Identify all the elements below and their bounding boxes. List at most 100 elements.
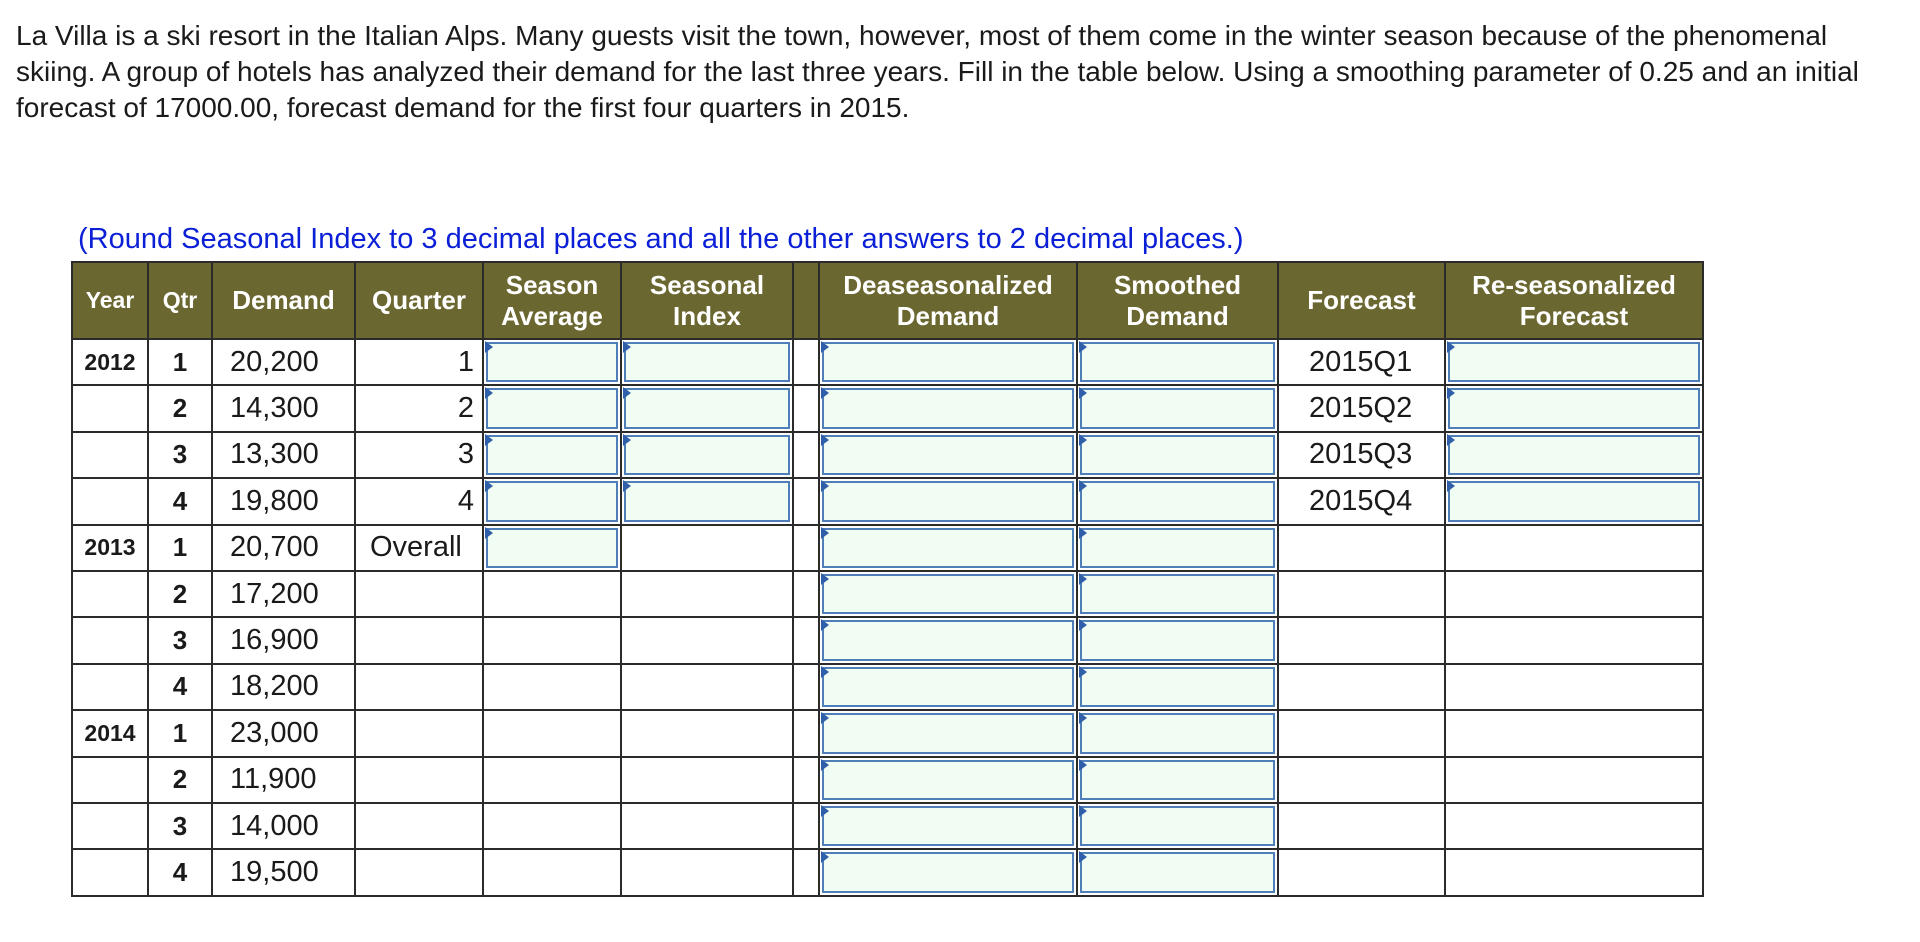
deseasonalized-demand-r12-cell [818,848,1078,897]
header-deseasonalized-line1: Deaseasonalized [843,269,1053,300]
quarter-label-cell: 3 [354,430,484,480]
spacer-cell [792,430,820,480]
deseasonalized-demand-r5-input[interactable] [822,527,1074,568]
table-row: 3 16,900 [71,616,1704,665]
seasonal-index-q4-input[interactable] [624,481,790,522]
deseasonalized-demand-r10-input[interactable] [822,759,1074,800]
smoothed-demand-r2-input[interactable] [1080,388,1275,429]
deseasonalized-demand-r2-input[interactable] [822,388,1074,429]
qtr-cell: 4 [147,848,213,897]
table-row: 4 19,500 [71,848,1704,897]
forecast-period-cell: 2015Q4 [1277,477,1446,526]
quarter-label-cell: 1 [354,337,484,387]
smoothed-demand-r1-input[interactable] [1080,342,1275,383]
reseasonalized-forecast-empty [1444,848,1704,897]
deseasonalized-demand-r12-input[interactable] [822,852,1074,893]
reseasonalized-forecast-q4-input[interactable] [1448,481,1700,522]
year-cell: 2014 [71,709,149,758]
quarter-label-cell [354,616,484,665]
demand-cell: 14,000 [211,801,356,851]
header-deseasonalized-demand: Deaseasonalized Demand [818,261,1078,340]
table-row: 2014 1 23,000 [71,709,1704,758]
quarter-label-cell: 2 [354,384,484,433]
smoothed-demand-r8-input[interactable] [1080,666,1275,708]
seasonal-index-q2-cell [620,384,794,433]
header-smoothed-demand: Smoothed Demand [1076,261,1279,340]
qtr-cell: 4 [147,662,213,712]
smoothed-demand-r7-input[interactable] [1080,620,1275,661]
table-row: 2012 1 20,200 1 2015Q1 [71,337,1704,387]
spacer-cell [792,477,820,526]
spacer-cell [792,848,820,897]
forecast-period-empty [1277,801,1446,851]
qtr-cell: 3 [147,616,213,665]
year-cell [71,430,149,480]
smoothed-demand-r9-input[interactable] [1080,713,1275,754]
reseasonalized-forecast-q2-input[interactable] [1448,388,1700,429]
smoothed-demand-r4-input[interactable] [1080,481,1275,522]
smoothed-demand-r5-input[interactable] [1080,527,1275,568]
problem-statement: La Villa is a ski resort in the Italian … [16,20,1859,123]
seasonal-index-q1-input[interactable] [624,342,790,383]
demand-cell: 18,200 [211,662,356,712]
deseasonalized-demand-r1-input[interactable] [822,342,1074,383]
smoothed-demand-r10-input[interactable] [1080,759,1275,800]
demand-cell: 20,700 [211,523,356,572]
deseasonalized-demand-r5-cell [818,523,1078,572]
reseasonalized-forecast-q3-input[interactable] [1448,434,1700,476]
smoothed-demand-r6-input[interactable] [1080,573,1275,615]
year-cell [71,616,149,665]
smoothed-demand-r2-cell [1076,384,1279,433]
season-average-q3-cell [482,430,622,480]
spacer-cell [792,337,820,387]
deseasonalized-demand-r6-input[interactable] [822,573,1074,615]
forecast-period-empty [1277,662,1446,712]
quarter-label-cell [354,848,484,897]
seasonal-index-empty [620,523,794,572]
season-average-q3-input[interactable] [486,434,618,476]
deseasonalized-demand-r11-input[interactable] [822,805,1074,847]
deseasonalized-demand-r4-input[interactable] [822,481,1074,522]
spacer-cell [792,616,820,665]
qtr-cell: 4 [147,477,213,526]
deseasonalized-demand-r11-cell [818,801,1078,851]
smoothed-demand-r11-input[interactable] [1080,805,1275,847]
demand-cell: 23,000 [211,709,356,758]
quarter-label-cell: Overall [354,523,484,572]
forecast-period-cell: 2015Q3 [1277,430,1446,480]
smoothed-demand-r3-input[interactable] [1080,434,1275,476]
smoothed-demand-r12-input[interactable] [1080,852,1275,893]
demand-cell: 17,200 [211,569,356,619]
seasonal-index-empty [620,801,794,851]
spacer-cell [792,569,820,619]
qtr-cell: 1 [147,337,213,387]
table-row: 2 17,200 [71,569,1704,619]
overall-season-average-input[interactable] [486,527,618,568]
table-body: 2012 1 20,200 1 2015Q1 2 14,300 2 2015Q2 3 13,300 3… [71,337,1704,897]
seasonal-index-q3-input[interactable] [624,434,790,476]
smoothed-demand-r4-cell [1076,477,1279,526]
reseasonalized-forecast-q4-cell [1444,477,1704,526]
quarter-label-cell [354,755,484,804]
deseasonalized-demand-r7-input[interactable] [822,620,1074,661]
year-cell: 2013 [71,523,149,572]
demand-cell: 16,900 [211,616,356,665]
season-average-q1-input[interactable] [486,342,618,383]
reseasonalized-forecast-q1-input[interactable] [1448,342,1700,383]
seasonal-index-q1-cell [620,337,794,387]
header-reseasonalized-line1: Re-seasonalized [1472,269,1676,300]
demand-cell: 19,800 [211,477,356,526]
seasonal-index-q2-input[interactable] [624,388,790,429]
season-average-q2-input[interactable] [486,388,618,429]
season-average-empty [482,709,622,758]
season-average-q4-input[interactable] [486,481,618,522]
header-qtr: Qtr [147,261,213,340]
deseasonalized-demand-r9-input[interactable] [822,713,1074,754]
deseasonalized-demand-r8-input[interactable] [822,666,1074,708]
forecast-period-empty [1277,523,1446,572]
forecast-period-cell: 2015Q1 [1277,337,1446,387]
seasonal-index-q4-cell [620,477,794,526]
deseasonalized-demand-r3-input[interactable] [822,434,1074,476]
deseasonalized-demand-r2-cell [818,384,1078,433]
reseasonalized-forecast-q2-cell [1444,384,1704,433]
